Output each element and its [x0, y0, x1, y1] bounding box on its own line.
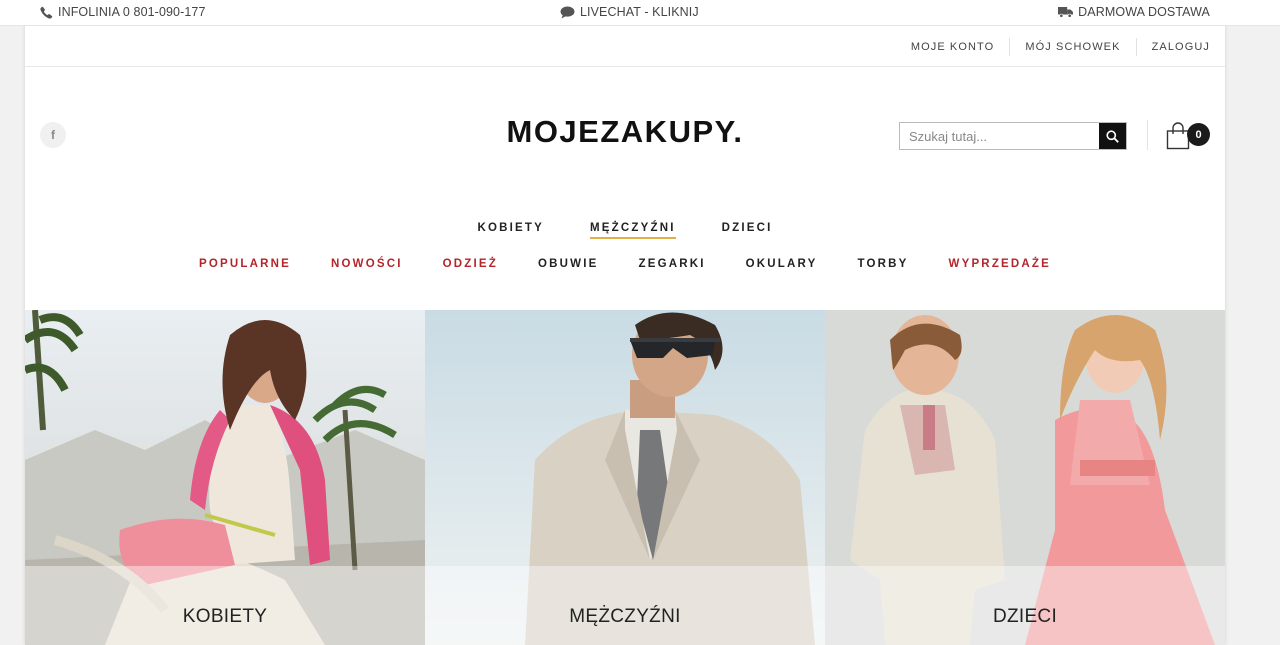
tile-men-label[interactable]: MĘŻCZYŹNI [425, 566, 825, 645]
header-divider [1147, 120, 1148, 150]
tile-men[interactable]: MĘŻCZYŹNI [425, 310, 825, 645]
phone-text: INFOLINIA 0 801-090-177 [58, 5, 206, 19]
nav-men[interactable]: MĘŻCZYŹNI [590, 222, 676, 239]
search-form [899, 122, 1127, 150]
phone-icon [40, 6, 53, 19]
info-bar: INFOLINIA 0 801-090-177 LIVECHAT - KLIKN… [0, 0, 1280, 26]
cart-count-badge[interactable]: 0 [1187, 123, 1210, 146]
nav-watches[interactable]: ZEGARKI [638, 258, 705, 270]
nav-clothing[interactable]: ODZIEŻ [443, 258, 498, 270]
account-links: MOJE KONTO MÓJ SCHOWEK ZALOGUJ [896, 27, 1225, 67]
search-icon [1106, 129, 1119, 143]
truck-icon [1058, 7, 1074, 18]
search-button[interactable] [1099, 123, 1126, 149]
cart-button[interactable] [1166, 122, 1190, 155]
login-link[interactable]: ZALOGUJ [1135, 38, 1225, 56]
category-navigation: POPULARNE NOWOŚCI ODZIEŻ OBUWIE ZEGARKI … [0, 258, 1250, 270]
tile-women-label[interactable]: KOBIETY [25, 566, 425, 645]
nav-sale[interactable]: WYPRZEDAŻE [949, 258, 1052, 270]
account-bar: MOJE KONTO MÓJ SCHOWEK ZALOGUJ [25, 27, 1225, 67]
nav-glasses[interactable]: OKULARY [746, 258, 818, 270]
shipping-text: DARMOWA DOSTAWA [1078, 5, 1210, 19]
search-input[interactable] [900, 123, 1099, 149]
chat-bubble-icon [560, 5, 575, 19]
phone-info[interactable]: INFOLINIA 0 801-090-177 [40, 5, 206, 19]
category-tiles: KOBIETY MĘŻCZYŹNI DZIECI [25, 310, 1225, 645]
wishlist-link[interactable]: MÓJ SCHOWEK [1009, 38, 1135, 56]
livechat-text: LIVECHAT - KLIKNIJ [580, 5, 699, 19]
nav-new[interactable]: NOWOŚCI [331, 258, 403, 270]
nav-shoes[interactable]: OBUWIE [538, 258, 598, 270]
tile-kids[interactable]: DZIECI [825, 310, 1225, 645]
main-navigation: KOBIETY MĘŻCZYŹNI DZIECI [0, 222, 1250, 239]
nav-kids[interactable]: DZIECI [722, 222, 773, 239]
nav-women[interactable]: KOBIETY [477, 222, 544, 239]
nav-bags[interactable]: TORBY [857, 258, 908, 270]
tile-kids-label[interactable]: DZIECI [825, 566, 1225, 645]
shipping-info[interactable]: DARMOWA DOSTAWA [1058, 5, 1210, 19]
nav-popular[interactable]: POPULARNE [199, 258, 291, 270]
tile-women[interactable]: KOBIETY [25, 310, 425, 645]
my-account-link[interactable]: MOJE KONTO [896, 38, 1010, 56]
livechat-link[interactable]: LIVECHAT - KLIKNIJ [560, 5, 699, 19]
